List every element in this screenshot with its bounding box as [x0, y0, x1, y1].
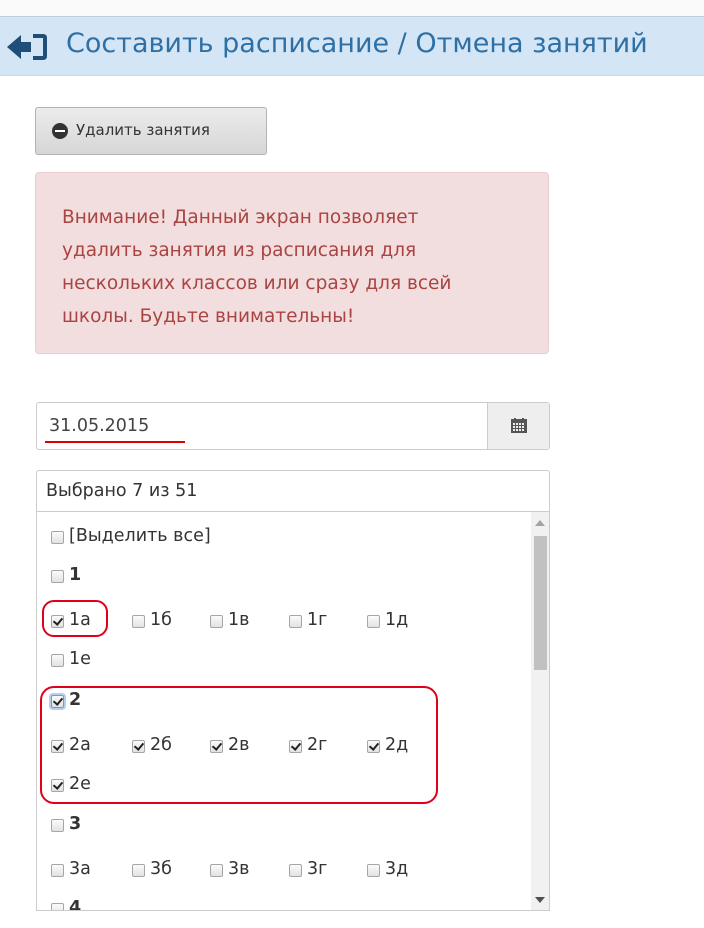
- delete-lessons-button[interactable]: Удалить занятия: [35, 107, 267, 155]
- date-field[interactable]: 31.05.2015: [36, 402, 550, 450]
- page-title: Составить расписание / Отмена занятий: [66, 28, 648, 59]
- checkbox[interactable]: [210, 864, 223, 877]
- delete-lessons-label: Удалить занятия: [76, 121, 210, 139]
- arrow-left-icon[interactable]: [7, 32, 49, 62]
- calendar-icon: [511, 418, 527, 433]
- scroll-down-arrow-icon[interactable]: [535, 897, 545, 903]
- checkbox[interactable]: [289, 615, 302, 628]
- scroll-up-arrow-icon[interactable]: [535, 520, 545, 526]
- checkbox[interactable]: [132, 864, 145, 877]
- checkbox[interactable]: [51, 531, 64, 544]
- class-multiselect[interactable]: Выбрано 7 из 51: [36, 470, 550, 512]
- annotation-highlight-1a: [42, 600, 108, 637]
- checkbox[interactable]: [210, 615, 223, 628]
- minus-circle-icon: [52, 123, 68, 139]
- date-input[interactable]: 31.05.2015: [49, 416, 149, 436]
- checkbox[interactable]: [51, 570, 64, 583]
- checkbox[interactable]: [51, 654, 64, 667]
- warning-alert: Внимание! Данный экран позволяет удалить…: [35, 172, 549, 354]
- checkbox[interactable]: [51, 819, 64, 832]
- checkbox[interactable]: [51, 864, 64, 877]
- warning-text: Внимание! Данный экран позволяет удалить…: [62, 207, 452, 327]
- checkbox[interactable]: [367, 615, 380, 628]
- calendar-button[interactable]: [487, 403, 549, 449]
- annotation-highlight-group-2: [40, 686, 438, 804]
- checkbox[interactable]: [367, 864, 380, 877]
- top-strip: [0, 0, 704, 16]
- list-scrollbar[interactable]: [531, 512, 549, 910]
- checkbox[interactable]: [51, 903, 64, 910]
- date-annotation-underline: [45, 441, 185, 443]
- checkbox[interactable]: [132, 615, 145, 628]
- checkbox[interactable]: [289, 864, 302, 877]
- scrollbar-thumb[interactable]: [534, 536, 547, 670]
- page-header: Составить расписание / Отмена занятий: [0, 16, 704, 76]
- multiselect-summary: Выбрано 7 из 51: [46, 481, 198, 501]
